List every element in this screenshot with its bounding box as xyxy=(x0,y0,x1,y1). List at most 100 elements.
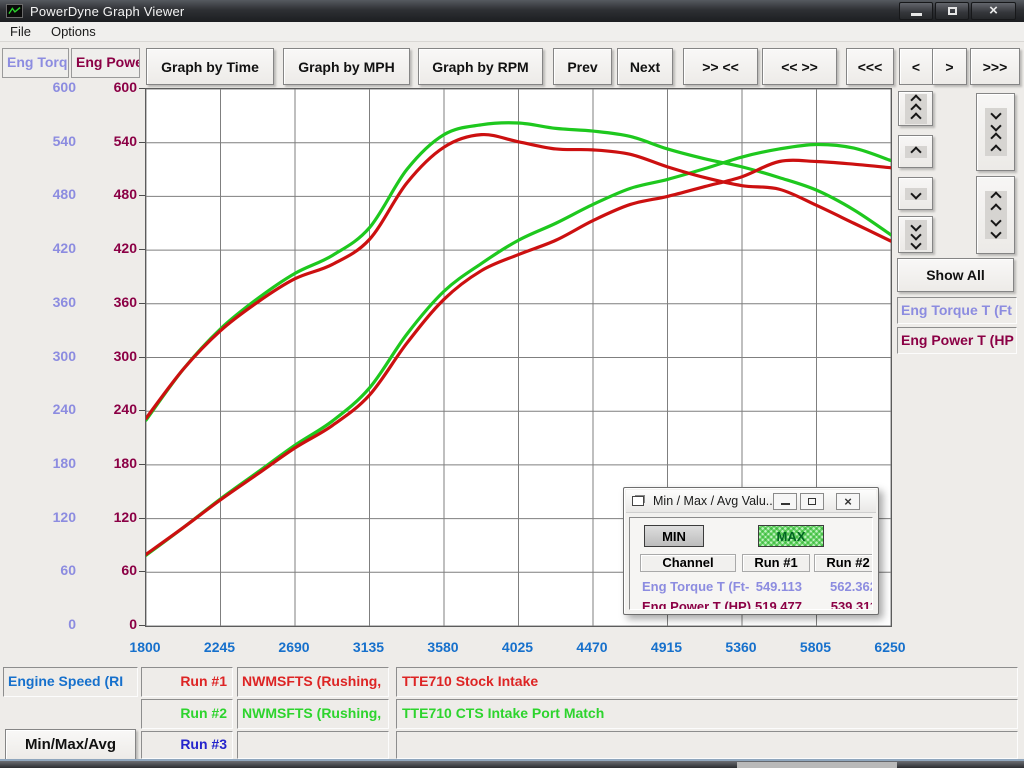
legend-power: Eng Power T (HP xyxy=(897,327,1017,354)
x-scroll-right-button[interactable]: > xyxy=(932,48,967,85)
run1-label-box[interactable]: Run #1 xyxy=(141,667,233,697)
powerdyne-window: PowerDyne Graph Viewer × File Options En… xyxy=(0,0,1024,768)
channel-label-torque[interactable]: Eng Torq xyxy=(2,48,69,78)
y-axis-label-left: 180 xyxy=(28,455,76,471)
graph-by-mph-button[interactable]: Graph by MPH xyxy=(283,48,410,85)
y-zoom-in-button[interactable] xyxy=(976,93,1015,171)
run1-desc-box[interactable]: TTE710 Stock Intake xyxy=(396,667,1018,697)
minimize-icon xyxy=(781,503,790,505)
run3-label-box[interactable]: Run #3 xyxy=(141,731,233,759)
y-axis-label-left: 300 xyxy=(28,348,76,364)
minmax-window-title: Min / Max / Avg Valu... xyxy=(653,494,776,508)
x-axis-label: 4470 xyxy=(559,639,625,655)
x-channel-box[interactable]: Engine Speed (RI xyxy=(3,667,138,697)
chevron-down-icon xyxy=(910,238,921,249)
show-all-button[interactable]: Show All xyxy=(897,258,1014,292)
menu-options[interactable]: Options xyxy=(41,24,106,39)
chevron-icon xyxy=(905,94,927,124)
restore-icon xyxy=(808,498,816,505)
graph-by-time-button[interactable]: Graph by Time xyxy=(146,48,274,85)
column-header-channel: Channel xyxy=(640,554,736,572)
y-axis-label-right: 0 xyxy=(89,616,137,632)
run2-desc-box[interactable]: TTE710 CTS Intake Port Match xyxy=(396,699,1018,729)
chevron-down-icon xyxy=(990,120,1001,131)
y-axis-label-right: 540 xyxy=(89,133,137,149)
minmax-title-bar[interactable]: Min / Max / Avg Valu... × xyxy=(626,490,876,513)
x-axis-label: 5805 xyxy=(783,639,849,655)
y-axis-label-left: 0 xyxy=(28,616,76,632)
window-controls: × xyxy=(899,2,1016,20)
run2-file-box[interactable]: NWMSFTS (Rushing, xyxy=(237,699,389,729)
channel-label-power[interactable]: Eng Powe xyxy=(71,48,140,78)
minimize-button[interactable] xyxy=(899,2,933,20)
chevron-down-icon xyxy=(990,227,1001,238)
x-axis-label: 4025 xyxy=(485,639,551,655)
x-axis-label: 5360 xyxy=(708,639,774,655)
x-axis-label: 6250 xyxy=(857,639,923,655)
y-axis-label-right: 360 xyxy=(89,294,137,310)
close-icon: × xyxy=(844,495,852,509)
x-axis-label: 2245 xyxy=(187,639,253,655)
chevron-down-icon xyxy=(990,108,1001,119)
chevron-icon xyxy=(905,146,927,158)
y-axis-label-right: 600 xyxy=(89,79,137,95)
y-scroll-down-fast-button[interactable] xyxy=(898,216,933,253)
run1-file-box[interactable]: NWMSFTS (Rushing, xyxy=(237,667,389,697)
y-axis-label-left: 600 xyxy=(28,79,76,95)
column-header-run2: Run #2 xyxy=(814,554,873,572)
chevron-icon xyxy=(905,220,927,250)
table-cell-value: 519.477 xyxy=(730,599,802,610)
x-zoom-out-button[interactable]: << >> xyxy=(762,48,837,85)
minmaxavg-button[interactable]: Min/Max/Avg xyxy=(5,729,136,760)
app-icon xyxy=(6,4,23,18)
min-toggle-button[interactable]: MIN xyxy=(644,525,704,547)
legend-torque: Eng Torque T (Ft xyxy=(897,297,1017,324)
chevron-up-icon xyxy=(910,146,921,157)
restore-icon xyxy=(948,7,957,15)
run2-label-box[interactable]: Run #2 xyxy=(141,699,233,729)
minmax-minimize-button[interactable] xyxy=(773,493,797,510)
close-button[interactable]: × xyxy=(971,2,1016,20)
y-scroll-up-button[interactable] xyxy=(898,135,933,168)
chevron-up-icon xyxy=(910,112,921,123)
chevron-up-icon xyxy=(990,132,1001,143)
y-scroll-up-fast-button[interactable] xyxy=(898,91,933,126)
minmax-restore-button[interactable] xyxy=(800,493,824,510)
taskbar-fragment xyxy=(737,762,897,768)
minmax-window[interactable]: Min / Max / Avg Valu... × MIN MAX Channe… xyxy=(623,487,879,615)
minmax-body: MIN MAX Channel Run #1 Run #2 Eng Torque… xyxy=(629,517,873,610)
chevron-icon xyxy=(985,108,1007,156)
y-zoom-out-button[interactable] xyxy=(976,176,1015,254)
minmax-close-button[interactable]: × xyxy=(836,493,860,510)
chevron-up-icon xyxy=(990,191,1001,202)
y-axis-label-right: 300 xyxy=(89,348,137,364)
chevron-down-icon xyxy=(910,188,921,199)
y-axis-label-left: 60 xyxy=(28,562,76,578)
menu-file[interactable]: File xyxy=(0,24,41,39)
x-axis-label: 3580 xyxy=(410,639,476,655)
next-button[interactable]: Next xyxy=(617,48,673,85)
run3-file-box[interactable] xyxy=(237,731,389,759)
chevron-up-icon xyxy=(990,203,1001,214)
x-zoom-in-button[interactable]: >> << xyxy=(683,48,758,85)
y-axis-label-right: 240 xyxy=(89,401,137,417)
y-axis-label-left: 240 xyxy=(28,401,76,417)
graph-by-rpm-button[interactable]: Graph by RPM xyxy=(418,48,543,85)
y-axis-label-right: 480 xyxy=(89,186,137,202)
max-toggle-button[interactable]: MAX xyxy=(758,525,824,547)
close-icon: × xyxy=(989,4,998,18)
chevron-up-icon xyxy=(990,144,1001,155)
restore-button[interactable] xyxy=(935,2,969,20)
run3-desc-box[interactable] xyxy=(396,731,1018,759)
chevron-icon xyxy=(985,191,1007,239)
minimize-icon xyxy=(911,13,922,16)
prev-button[interactable]: Prev xyxy=(553,48,612,85)
y-scroll-down-button[interactable] xyxy=(898,177,933,210)
column-header-run1: Run #1 xyxy=(742,554,810,572)
x-scroll-right-fast-button[interactable]: >>> xyxy=(970,48,1020,85)
window-title: PowerDyne Graph Viewer xyxy=(30,4,184,19)
y-axis-label-left: 360 xyxy=(28,294,76,310)
x-scroll-left-fast-button[interactable]: <<< xyxy=(846,48,894,85)
x-axis-label: 3135 xyxy=(336,639,402,655)
x-scroll-left-button[interactable]: < xyxy=(899,48,933,85)
